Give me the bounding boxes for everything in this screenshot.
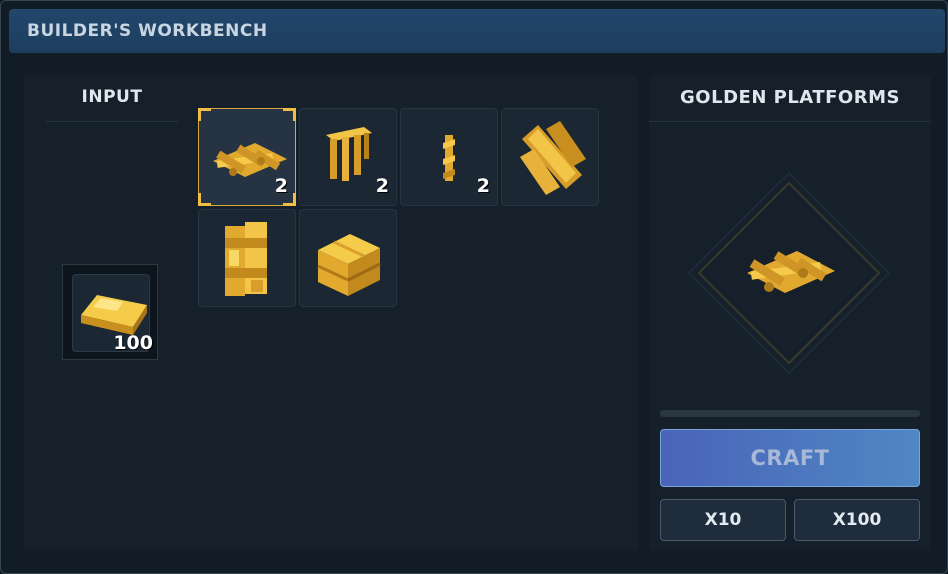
output-title: GOLDEN PLATFORMS [680, 87, 900, 108]
selection-corner [198, 193, 211, 206]
recipe-count: 2 [476, 175, 490, 197]
window-title: BUILDER'S WORKBENCH [27, 21, 268, 41]
input-label: INPUT [81, 87, 143, 107]
input-count: 100 [113, 332, 153, 354]
recipe-slot-golden-beam-stack[interactable] [501, 108, 599, 206]
golden-pillar-icon [225, 222, 267, 296]
golden-crate-icon [317, 234, 381, 296]
recipe-count: 2 [274, 175, 288, 197]
recipe-count: 2 [375, 175, 389, 197]
craft-progress-bar [660, 410, 920, 417]
divider [46, 121, 178, 122]
recipe-panel: INPUT 100 2 2 2 [24, 75, 638, 551]
craft-x10-button[interactable]: X10 [660, 499, 786, 541]
golden-platform-icon [747, 251, 835, 293]
recipe-slot-golden-post[interactable]: 2 [400, 108, 498, 206]
title-bar: BUILDER'S WORKBENCH [9, 9, 945, 53]
recipe-slot-golden-crate[interactable] [299, 209, 397, 307]
selection-corner [198, 108, 211, 121]
selection-corner [283, 108, 296, 121]
input-slot[interactable]: 100 [62, 264, 158, 360]
golden-beam-stack-icon [520, 121, 586, 195]
output-preview [687, 171, 891, 375]
workbench-window: BUILDER'S WORKBENCH INPUT 100 2 2 2 GOLD… [0, 0, 948, 574]
recipe-slot-golden-platform[interactable]: 2 [198, 108, 296, 206]
craft-x100-button[interactable]: X100 [794, 499, 920, 541]
craft-button[interactable]: CRAFT [660, 429, 920, 487]
recipe-slot-golden-fence[interactable]: 2 [299, 108, 397, 206]
divider [649, 121, 931, 122]
output-panel: GOLDEN PLATFORMS CRAFT X10 X100 [649, 75, 931, 551]
recipe-slot-golden-pillar[interactable] [198, 209, 296, 307]
